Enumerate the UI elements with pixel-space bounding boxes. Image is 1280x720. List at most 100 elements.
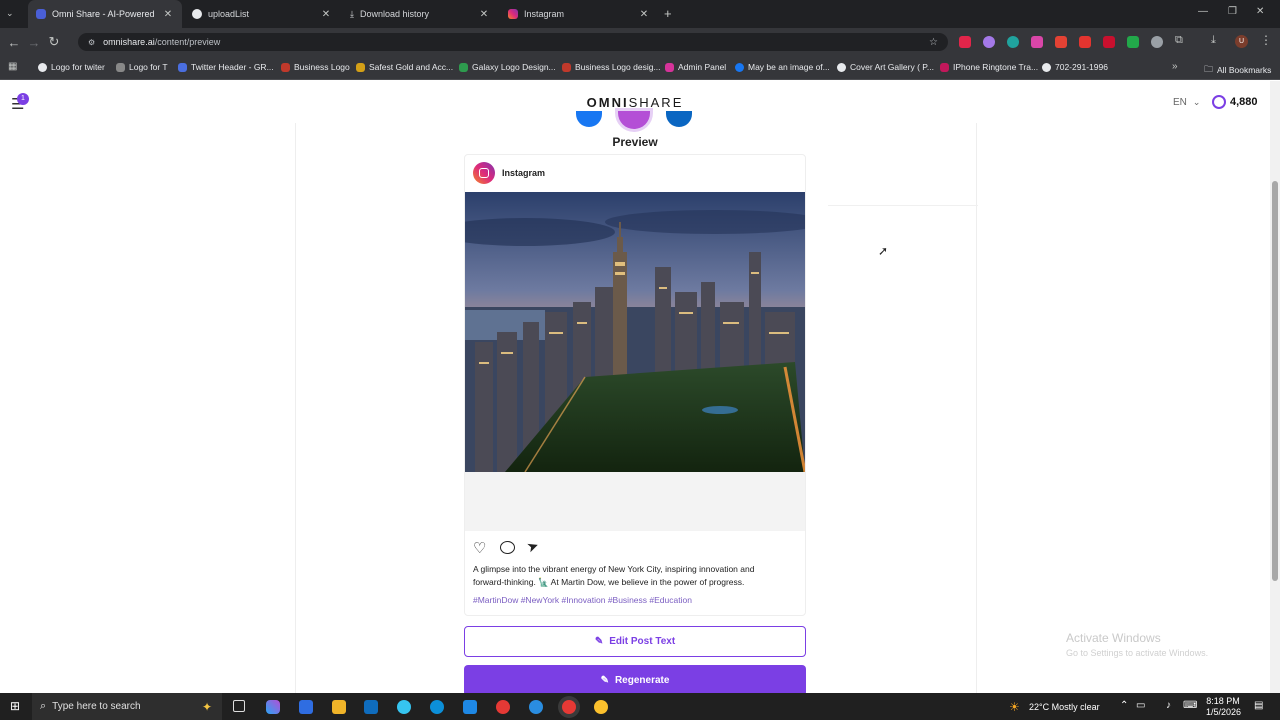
- button-label: Regenerate: [614, 675, 670, 686]
- back-button[interactable]: ←: [4, 35, 24, 50]
- globe-icon: [38, 62, 47, 72]
- chrome-profile-icon[interactable]: [594, 700, 608, 714]
- address-bar[interactable]: ⚙ omnishare.ai /content/preview ☆: [78, 33, 948, 51]
- copilot-icon[interactable]: [266, 700, 280, 714]
- comment-icon[interactable]: [500, 541, 515, 554]
- page-scrollbar[interactable]: [1270, 81, 1280, 693]
- downloads-icon[interactable]: ⤓: [1211, 34, 1216, 47]
- url-domain: omnishare.ai: [103, 37, 155, 47]
- bookmark-item[interactable]: Business Logo desig...: [562, 62, 661, 72]
- profile-avatar[interactable]: U: [1235, 35, 1248, 48]
- credits-display[interactable]: 4,880: [1212, 95, 1258, 109]
- tab-omnishare[interactable]: Omni Share - AI-Powered Social ✕: [28, 0, 182, 28]
- bookmark-item[interactable]: Safest Gold and Acc...: [356, 62, 453, 72]
- extension-icon[interactable]: [983, 36, 995, 48]
- close-tab-icon[interactable]: ✕: [320, 9, 332, 20]
- chrome-menu-icon[interactable]: ⋮: [1260, 33, 1272, 47]
- edit-icon: ✎: [594, 636, 604, 647]
- bookmark-item[interactable]: Twitter Header - GR...: [178, 62, 274, 72]
- download-icon: ⤓: [350, 8, 354, 19]
- windows-taskbar: ⊞ ⌕ Type here to search ✦ ☀ 22°C Mostly …: [0, 693, 1280, 720]
- keyboard-icon[interactable]: ⌨: [1183, 700, 1197, 711]
- new-tab-button[interactable]: +: [664, 6, 672, 21]
- taskbar-search-box[interactable]: ⌕ Type here to search ✦: [32, 693, 222, 720]
- slack-icon[interactable]: [397, 700, 411, 714]
- vscode-icon[interactable]: [463, 700, 477, 714]
- edit-post-text-button[interactable]: ✎ Edit Post Text: [464, 626, 806, 657]
- reload-button[interactable]: ↻: [44, 34, 64, 50]
- close-window-button[interactable]: ✕: [1256, 6, 1264, 17]
- bookmark-label: All Bookmarks: [1217, 65, 1272, 75]
- close-tab-icon[interactable]: ✕: [478, 9, 490, 20]
- extension-icon[interactable]: [1031, 36, 1043, 48]
- windows-start-icon[interactable]: ⊞: [10, 699, 20, 713]
- omnishare-logo[interactable]: OMNISHARE: [0, 95, 1270, 110]
- close-tab-icon[interactable]: ✕: [162, 9, 174, 20]
- outlook-icon[interactable]: [364, 700, 378, 714]
- network-icon[interactable]: ▭: [1136, 700, 1145, 711]
- weather-text[interactable]: 22°C Mostly clear: [1029, 702, 1100, 712]
- maximize-button[interactable]: ❐: [1228, 6, 1237, 17]
- chrome-active-icon[interactable]: [562, 700, 576, 714]
- bookmark-item[interactable]: Logo for twiter: [38, 62, 105, 72]
- bookmark-item[interactable]: May be an image of...: [735, 62, 830, 72]
- minimize-button[interactable]: —: [1198, 6, 1208, 17]
- bookmark-item[interactable]: Logo for T: [116, 62, 168, 72]
- bookmarks-overflow-icon[interactable]: »: [1172, 61, 1178, 72]
- site-info-icon[interactable]: ⚙: [88, 38, 95, 47]
- notifications-icon[interactable]: ▤: [1254, 700, 1263, 711]
- bookmark-item[interactable]: Admin Panel: [665, 62, 726, 72]
- like-heart-icon[interactable]: ♡: [473, 539, 486, 557]
- store-icon[interactable]: [299, 700, 313, 714]
- post-caption: A glimpse into the vibrant energy of New…: [473, 563, 754, 589]
- tray-overflow-icon[interactable]: ⌃: [1120, 700, 1128, 711]
- telegram-icon[interactable]: [529, 700, 543, 714]
- tab-title: Omni Share - AI-Powered Social: [52, 9, 156, 19]
- bookmark-item[interactable]: IPhone Ringtone Tra...: [940, 62, 1038, 72]
- tab-instagram[interactable]: Instagram ✕: [500, 0, 658, 28]
- extension-icon[interactable]: [1103, 36, 1115, 48]
- logo-text: SHARE: [628, 95, 684, 110]
- task-view-icon[interactable]: [233, 700, 245, 712]
- bookmark-favicon-icon: [356, 62, 365, 72]
- extension-icon[interactable]: [1127, 36, 1139, 48]
- search-icon: ⌕: [40, 700, 47, 712]
- extension-icon[interactable]: [1151, 36, 1163, 48]
- file-explorer-icon[interactable]: [332, 700, 346, 714]
- volume-icon[interactable]: ♪: [1166, 700, 1171, 711]
- bookmark-item[interactable]: Cover Art Gallery ( P...: [837, 62, 934, 72]
- bookmark-label: Logo for twiter: [51, 62, 105, 72]
- pdf-extension-icon[interactable]: [1079, 36, 1091, 48]
- bookmark-star-icon[interactable]: ☆: [929, 37, 938, 48]
- scrollbar-thumb[interactable]: [1272, 181, 1278, 581]
- weather-icon: ☀: [1009, 700, 1020, 714]
- edge-icon[interactable]: [430, 700, 444, 714]
- chrome-icon[interactable]: [496, 700, 510, 714]
- extension-icon[interactable]: [1007, 36, 1019, 48]
- caption-line: forward-thinking. 🗽 At Martin Dow, we be…: [473, 577, 745, 587]
- tab-download-history[interactable]: ⤓ Download history ✕: [342, 0, 498, 28]
- close-tab-icon[interactable]: ✕: [638, 9, 650, 20]
- copilot-sparkle-icon: ✦: [201, 699, 212, 714]
- bookmark-item[interactable]: Business Logo: [281, 62, 350, 72]
- regenerate-button[interactable]: ✎ Regenerate: [464, 665, 806, 693]
- all-bookmarks-button[interactable]: 🗀 All Bookmarks: [1204, 62, 1271, 78]
- extension-icon[interactable]: [1055, 36, 1067, 48]
- tab-title: Instagram: [524, 9, 565, 19]
- extensions-puzzle-icon[interactable]: ⧉: [1175, 34, 1183, 47]
- bookmark-item[interactable]: Galaxy Logo Design...: [459, 62, 556, 72]
- tab-uploadlist[interactable]: uploadList ✕: [184, 0, 340, 28]
- tab-search-button[interactable]: ⌄: [6, 8, 20, 20]
- clock[interactable]: 8:18 PM 1/5/2026: [1206, 696, 1242, 718]
- apps-grid-icon[interactable]: ▦: [8, 61, 17, 72]
- bookmark-label: Safest Gold and Acc...: [369, 62, 454, 72]
- bookmark-label: IPhone Ringtone Tra...: [953, 62, 1039, 72]
- bookmark-favicon-icon: [281, 62, 290, 72]
- extension-icon[interactable]: [959, 36, 971, 48]
- post-image: [465, 192, 805, 472]
- clock-date: 1/5/2026: [1206, 707, 1242, 717]
- forward-button[interactable]: →: [24, 35, 44, 50]
- globe-icon: [837, 62, 846, 72]
- language-selector[interactable]: EN ⌄: [1173, 97, 1200, 108]
- bookmark-item[interactable]: 702-291-1996: [1042, 62, 1108, 72]
